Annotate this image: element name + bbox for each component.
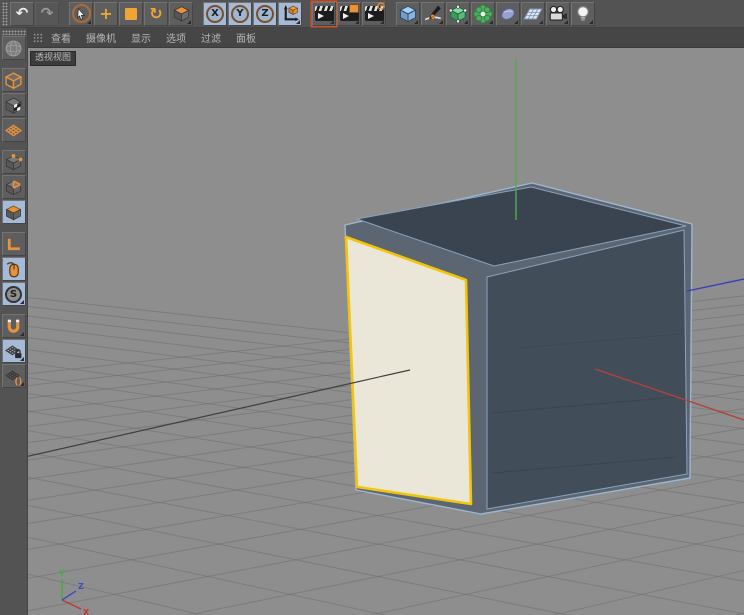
orientation-gizmo: Y X Z: [58, 569, 90, 615]
cinema4d-window: ↶ ↷ + ↻ X Y Z ⚙ S () 查看 摄像机 显示 选项 过滤 面板 …: [0, 0, 744, 615]
viewport-solo-button[interactable]: [1, 257, 26, 281]
menu-panel[interactable]: 面板: [236, 30, 256, 45]
enable-axis-button[interactable]: [1, 232, 26, 256]
points-mode-button[interactable]: [1, 150, 26, 174]
gizmo-x-label: X: [83, 608, 90, 615]
perspective-viewport[interactable]: Y X Z 透视视图: [28, 48, 744, 615]
menu-view[interactable]: 查看: [51, 30, 71, 45]
make-editable-icon: [5, 40, 22, 56]
render-output-box-icon: [349, 3, 359, 13]
cursor-arrow-icon: [77, 7, 86, 20]
workplane-lattice-icon: [5, 123, 22, 137]
add-spline-button[interactable]: [421, 1, 445, 26]
floor-object-button[interactable]: [521, 1, 545, 26]
add-primitive-button[interactable]: [396, 1, 420, 26]
viewport-name-label: 透视视图: [30, 51, 77, 66]
x-axis-icon: X: [206, 4, 224, 23]
camera-object-button[interactable]: [546, 1, 570, 26]
y-axis-lock-button[interactable]: Y: [228, 1, 252, 26]
x-axis-lock-button[interactable]: X: [203, 1, 227, 26]
render-to-picture-viewer-button[interactable]: [337, 1, 361, 26]
rotate-icon: ↻: [149, 3, 163, 23]
live-selection-button[interactable]: [69, 1, 93, 26]
menu-options[interactable]: 选项: [166, 30, 186, 45]
viewport-menubar: 查看 摄像机 显示 选项 过滤 面板: [28, 28, 744, 48]
undo-button[interactable]: ↶: [10, 1, 34, 26]
menu-display[interactable]: 显示: [131, 30, 151, 45]
move-icon: +: [99, 3, 113, 23]
polygons-mode-button[interactable]: [1, 200, 26, 224]
z-axis-line[interactable]: [686, 278, 744, 292]
points-mode-icon: [5, 153, 23, 170]
subdivision-surface-button[interactable]: [446, 1, 470, 26]
scale-icon: [125, 7, 137, 20]
scene: Y X Z: [28, 60, 744, 615]
lock-workplane-button[interactable]: [1, 339, 26, 363]
render-view-button[interactable]: [312, 1, 336, 26]
model-mode-icon: [4, 71, 23, 89]
move-tool-button[interactable]: +: [94, 1, 118, 26]
render-settings-button[interactable]: ⚙: [362, 0, 386, 26]
texture-mode-icon: [5, 97, 22, 114]
viewport-menu-handle[interactable]: [33, 32, 43, 43]
gizmo-z-axis: [61, 590, 77, 601]
polygons-mode-icon: [5, 204, 22, 220]
undo-icon: ↶: [15, 4, 29, 22]
texture-mode-button[interactable]: [1, 93, 26, 117]
toolbar-drag-handle[interactable]: [2, 1, 8, 26]
workplane-button[interactable]: [1, 118, 26, 142]
menu-filter[interactable]: 过滤: [201, 30, 221, 45]
menu-cameras[interactable]: 摄像机: [86, 30, 116, 45]
z-axis-icon: Z: [256, 4, 274, 23]
light-object-button[interactable]: [571, 1, 595, 26]
model-mode-button[interactable]: [1, 68, 26, 92]
last-tool-button[interactable]: [169, 1, 193, 26]
cloner-array-button[interactable]: [471, 1, 495, 26]
coordinate-system-button[interactable]: [278, 1, 302, 26]
field-object-button[interactable]: [496, 1, 520, 26]
edges-mode-button[interactable]: [1, 175, 26, 199]
cube-object[interactable]: [344, 182, 693, 515]
redo-icon: ↷: [40, 4, 54, 22]
y-axis-icon: Y: [231, 4, 249, 23]
sidebar-drag-handle[interactable]: [1, 30, 26, 35]
gizmo-z-label: Z: [78, 582, 84, 591]
scale-tool-button[interactable]: [119, 1, 143, 26]
main-toolbar: ↶ ↷ + ↻ X Y Z ⚙: [0, 0, 744, 28]
workplane-mode-button[interactable]: (): [1, 364, 26, 388]
mouse-icon: [6, 261, 19, 277]
cube-right-face[interactable]: [486, 229, 688, 510]
gizmo-y-label: Y: [58, 569, 65, 578]
rotate-tool-button[interactable]: ↻: [144, 1, 168, 26]
edges-mode-icon: [5, 179, 22, 195]
gear-icon: ⚙: [376, 0, 386, 13]
make-editable-button[interactable]: [1, 36, 26, 60]
magnet-tool-button[interactable]: [1, 314, 26, 338]
snap-settings-button[interactable]: S: [1, 282, 26, 306]
axis-l-icon: [7, 238, 20, 250]
z-axis-lock-button[interactable]: Z: [253, 1, 277, 26]
redo-button[interactable]: ↷: [35, 1, 59, 26]
mode-sidebar: S (): [0, 28, 28, 615]
